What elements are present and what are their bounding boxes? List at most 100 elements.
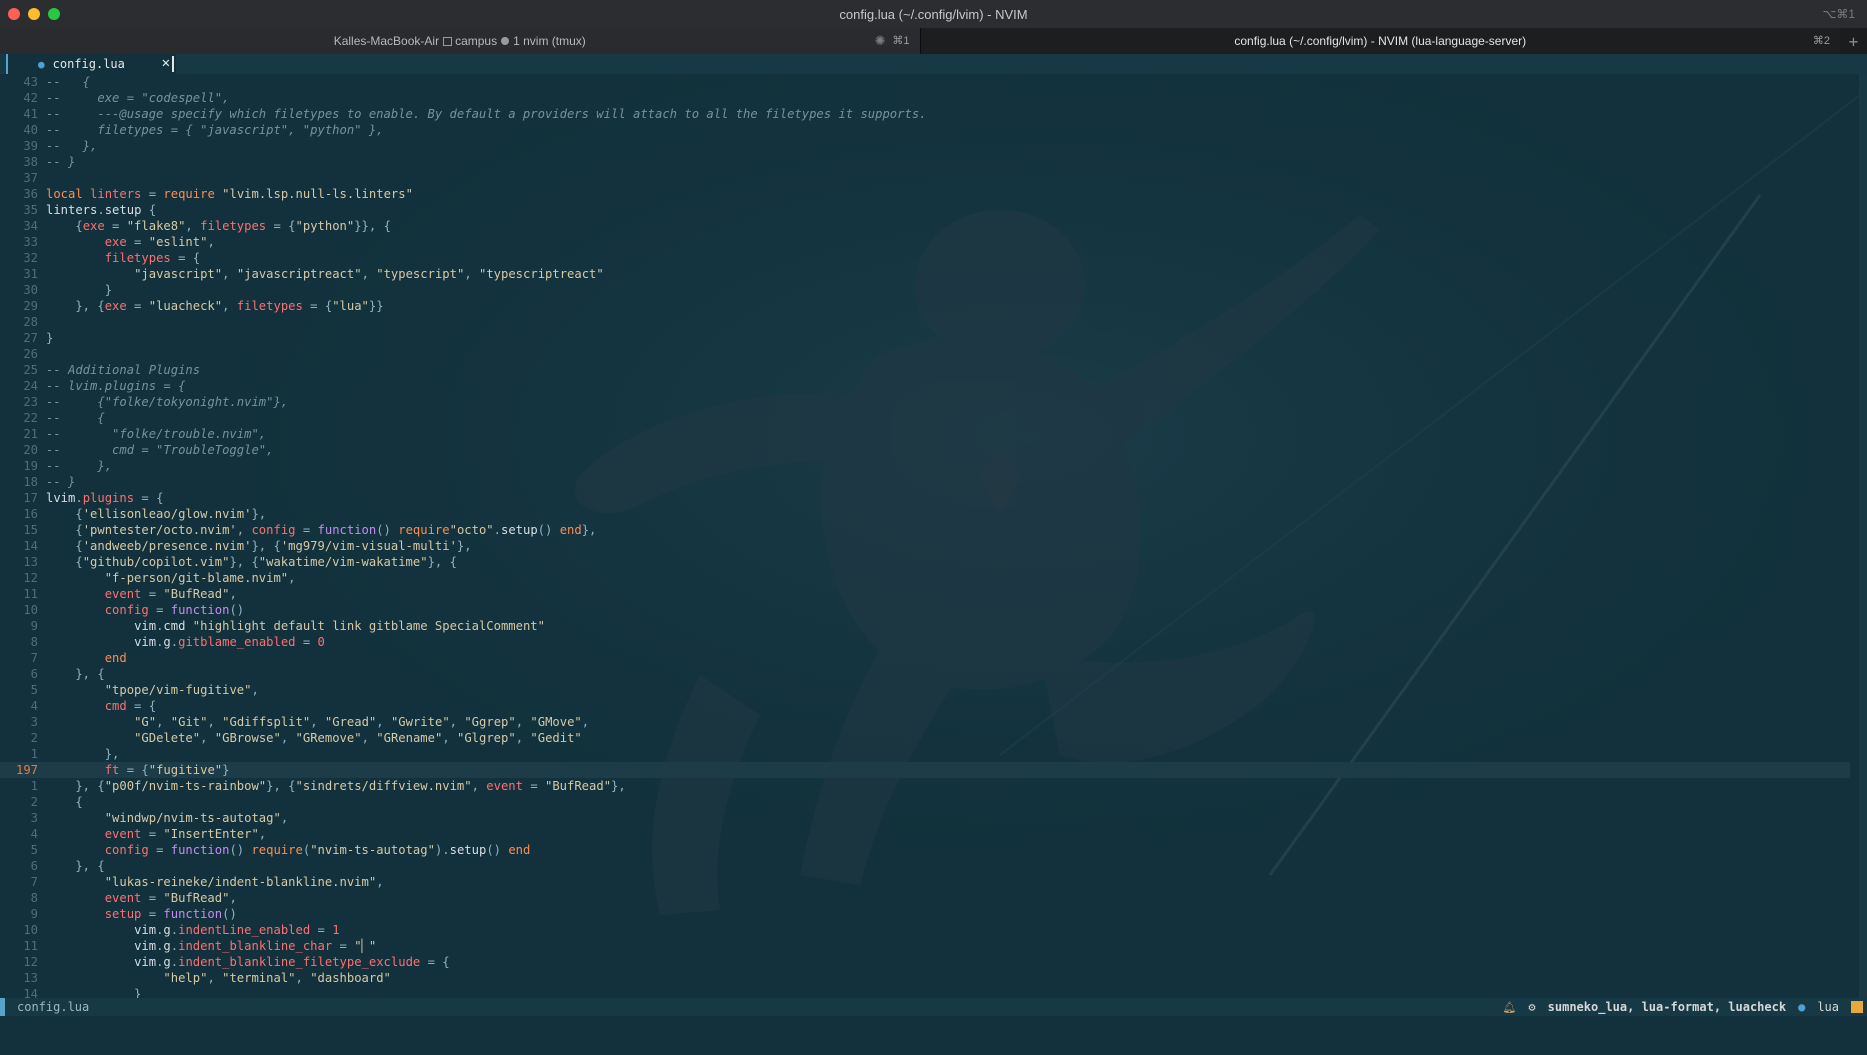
- code-line[interactable]: 26: [0, 346, 1850, 362]
- code-line[interactable]: 40 -- filetypes = { "javascript", "python…: [0, 122, 1850, 138]
- code-line[interactable]: 31 "javascript", "javascriptreact", "typ…: [0, 266, 1850, 282]
- code-line[interactable]: 41 -- ---@usage specify which filetypes t…: [0, 106, 1850, 122]
- code-line[interactable]: 14 {'andweeb/presence.nvim'}, {'mg979/vi…: [0, 538, 1850, 554]
- code-line[interactable]: 12 vim.g.indent_blankline_filetype_exclu…: [0, 954, 1850, 970]
- window-shortcut: ⌥⌘1: [1822, 7, 1855, 21]
- code-line[interactable]: 6 }, {: [0, 666, 1850, 682]
- code-line[interactable]: 4 event = "InsertEnter",: [0, 826, 1850, 842]
- line-number: 9: [30, 907, 38, 921]
- code-line[interactable]: 15 {'pwntester/octo.nvim', config = func…: [0, 522, 1850, 538]
- line-number: 34: [23, 219, 38, 233]
- command-line[interactable]: [0, 1016, 1867, 1055]
- buffer-tab-config-lua[interactable]: ● config.lua ✕: [6, 54, 176, 74]
- code-line[interactable]: 32 filetypes = {: [0, 250, 1850, 266]
- close-window-button[interactable]: [8, 8, 20, 20]
- current-code-line[interactable]: 197 ft = {"fugitive"}: [0, 762, 1850, 778]
- code-line[interactable]: 3 "windwp/nvim-ts-autotag",: [0, 810, 1850, 826]
- minimize-window-button[interactable]: [28, 8, 40, 20]
- code-line[interactable]: 13 {"github/copilot.vim"}, {"wakatime/vi…: [0, 554, 1850, 570]
- code-line[interactable]: 6 }, {: [0, 858, 1850, 874]
- line-number: 12: [23, 571, 38, 585]
- code-line[interactable]: 11 event = "BufRead",: [0, 586, 1850, 602]
- code-text: event = "InsertEnter",: [104, 827, 267, 841]
- buffer-tab-line: ● config.lua ✕: [0, 54, 1867, 74]
- code-line[interactable]: 8 event = "BufRead",: [0, 890, 1850, 906]
- code-line[interactable]: 19 -- },: [0, 458, 1850, 474]
- terminal-tab-1[interactable]: Kalles-MacBook-Air campus 1 nvim (tmux) …: [0, 28, 921, 54]
- code-line[interactable]: 43 -- {: [0, 74, 1850, 90]
- code-line[interactable]: 17 lvim.plugins = {: [0, 490, 1850, 506]
- code-line[interactable]: 37: [0, 170, 1850, 186]
- code-line[interactable]: 42 -- exe = "codespell",: [0, 90, 1850, 106]
- code-text: -- {: [46, 411, 105, 425]
- code-line[interactable]: 3 "G", "Git", "Gdiffsplit", "Gread", "Gw…: [0, 714, 1850, 730]
- line-number: 30: [23, 283, 38, 297]
- code-line[interactable]: 10 config = function(): [0, 602, 1850, 618]
- code-line[interactable]: 12 "f-person/git-blame.nvim",: [0, 570, 1850, 586]
- code-line[interactable]: 9 setup = function(): [0, 906, 1850, 922]
- code-line[interactable]: 1 }, {"p00f/nvim-ts-rainbow"}, {"sindret…: [0, 778, 1850, 794]
- code-text: -- }: [46, 475, 76, 489]
- line-number: 31: [23, 267, 38, 281]
- code-line[interactable]: 34 {exe = "flake8", filetypes = {"python…: [0, 218, 1850, 234]
- line-number: 21: [23, 427, 38, 441]
- code-line[interactable]: 35 linters.setup {: [0, 202, 1850, 218]
- code-line[interactable]: 27}: [0, 330, 1850, 346]
- line-number: 25: [23, 363, 38, 377]
- code-line[interactable]: 13 "help", "terminal", "dashboard": [0, 970, 1850, 986]
- code-line[interactable]: 8 vim.g.gitblame_enabled = 0: [0, 634, 1850, 650]
- code-line[interactable]: 9 vim.cmd "highlight default link gitbla…: [0, 618, 1850, 634]
- title-bar[interactable]: config.lua (~/.config/lvim) - NVIM ⌥⌘1: [0, 0, 1867, 28]
- code-text: {exe = "flake8", filetypes = {"python"}}…: [46, 219, 391, 233]
- code-text: -- {"folke/tokyonight.nvim"},: [46, 395, 289, 409]
- code-line[interactable]: 1 },: [0, 746, 1850, 762]
- lsp-gear-icon: ⚙: [1528, 1000, 1536, 1014]
- code-line[interactable]: 4 cmd = {: [0, 698, 1850, 714]
- close-buffer-icon[interactable]: ✕: [162, 55, 170, 71]
- lua-icon: ●: [38, 57, 45, 71]
- code-line[interactable]: 5 config = function() require("nvim-ts-a…: [0, 842, 1850, 858]
- code-line[interactable]: 11 vim.g.indent_blankline_char = "▏": [0, 938, 1850, 954]
- code-text: linters.setup {: [46, 203, 157, 217]
- code-line[interactable]: 7 "lukas-reineke/indent-blankline.nvim",: [0, 874, 1850, 890]
- line-number: 22: [23, 411, 38, 425]
- line-number: 1: [30, 779, 38, 793]
- code-text: -- },: [46, 459, 113, 473]
- code-line[interactable]: 29 }, {exe = "luacheck", filetypes = {"l…: [0, 298, 1850, 314]
- maximize-window-button[interactable]: [48, 8, 60, 20]
- code-text: filetypes = {: [104, 251, 201, 265]
- code-line[interactable]: 18 -- }: [0, 474, 1850, 490]
- code-line[interactable]: 24 -- lvim.plugins = {: [0, 378, 1850, 394]
- code-line[interactable]: 21 -- "folke/trouble.nvim",: [0, 426, 1850, 442]
- code-text: vim.g.indentLine_enabled = 1: [134, 923, 340, 937]
- code-line[interactable]: 33 exe = "eslint",: [0, 234, 1850, 250]
- code-line[interactable]: 2 {: [0, 794, 1850, 810]
- code-text: "tpope/vim-fugitive",: [104, 683, 259, 697]
- code-text: -- },: [46, 139, 98, 153]
- editor-buffer[interactable]: 43 -- {42 -- exe = "codespell", 41 -- ---@us…: [0, 74, 1850, 1001]
- scrollbar[interactable]: [1859, 74, 1867, 999]
- tabline-cursor: [172, 56, 174, 72]
- code-line[interactable]: 2 "GDelete", "GBrowse", "GRemove", "GRen…: [0, 730, 1850, 746]
- code-line[interactable]: 38 -- }: [0, 154, 1850, 170]
- code-line[interactable]: 39 -- },: [0, 138, 1850, 154]
- code-line[interactable]: 36 local linters = require "lvim.lsp.null…: [0, 186, 1850, 202]
- terminal-tab-2[interactable]: config.lua (~/.config/lvim) - NVIM (lua-…: [920, 28, 1840, 54]
- code-line[interactable]: 30 }: [0, 282, 1850, 298]
- line-number: 2: [30, 731, 38, 745]
- code-line[interactable]: 28: [0, 314, 1850, 330]
- new-tab-button[interactable]: +: [1840, 28, 1867, 54]
- tab-session-label: campus: [455, 34, 498, 48]
- line-number: 36: [23, 187, 38, 201]
- code-line[interactable]: 10 vim.g.indentLine_enabled = 1: [0, 922, 1850, 938]
- code-line[interactable]: 23 -- {"folke/tokyonight.nvim"},: [0, 394, 1850, 410]
- code-text: "help", "terminal", "dashboard": [163, 971, 391, 985]
- code-line[interactable]: 7 end: [0, 650, 1850, 666]
- code-text: }, {exe = "luacheck", filetypes = {"lua"…: [46, 299, 384, 313]
- line-number: 5: [30, 683, 38, 697]
- code-line[interactable]: 16 {'ellisonleao/glow.nvim'},: [0, 506, 1850, 522]
- code-line[interactable]: 25 -- Additional Plugins: [0, 362, 1850, 378]
- code-line[interactable]: 20 -- cmd = "TroubleToggle",: [0, 442, 1850, 458]
- code-line[interactable]: 5 "tpope/vim-fugitive",: [0, 682, 1850, 698]
- code-line[interactable]: 22 -- {: [0, 410, 1850, 426]
